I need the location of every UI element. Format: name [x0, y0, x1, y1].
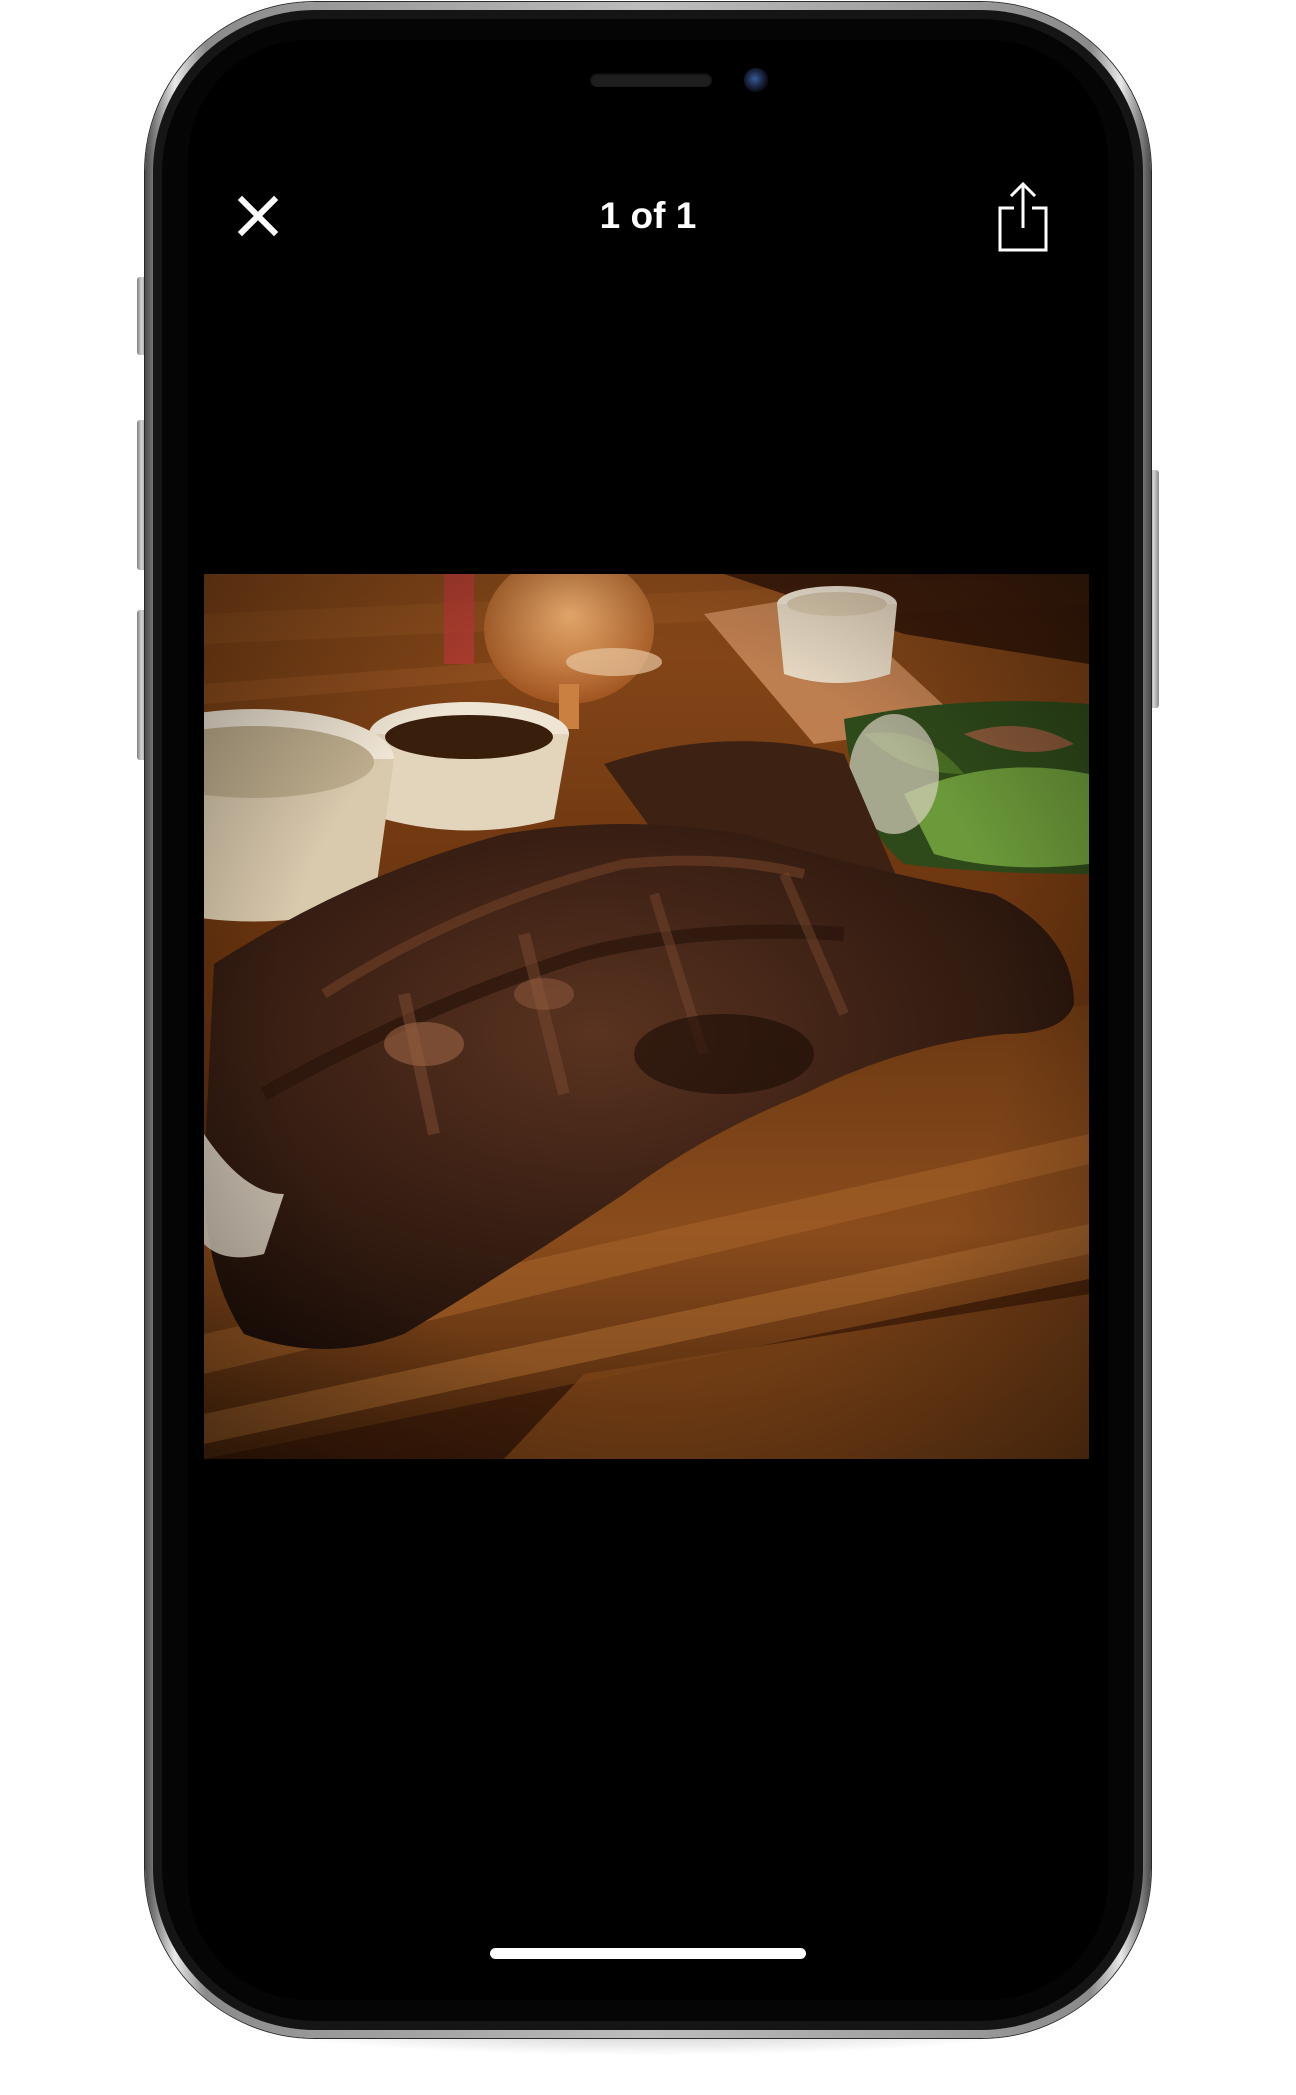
device-frame: 1 of 1	[0, 0, 1296, 2095]
photo[interactable]	[204, 574, 1089, 1459]
photo-counter: 1 of 1	[599, 195, 697, 236]
close-icon	[237, 195, 279, 237]
share-button[interactable]	[994, 178, 1052, 256]
photo-of-grilled-ribs	[204, 574, 1089, 1459]
close-button[interactable]	[232, 190, 284, 242]
front-camera-icon	[744, 68, 768, 92]
home-indicator[interactable]	[490, 1948, 806, 1959]
earpiece-speaker	[590, 73, 712, 87]
share-icon	[998, 181, 1048, 252]
